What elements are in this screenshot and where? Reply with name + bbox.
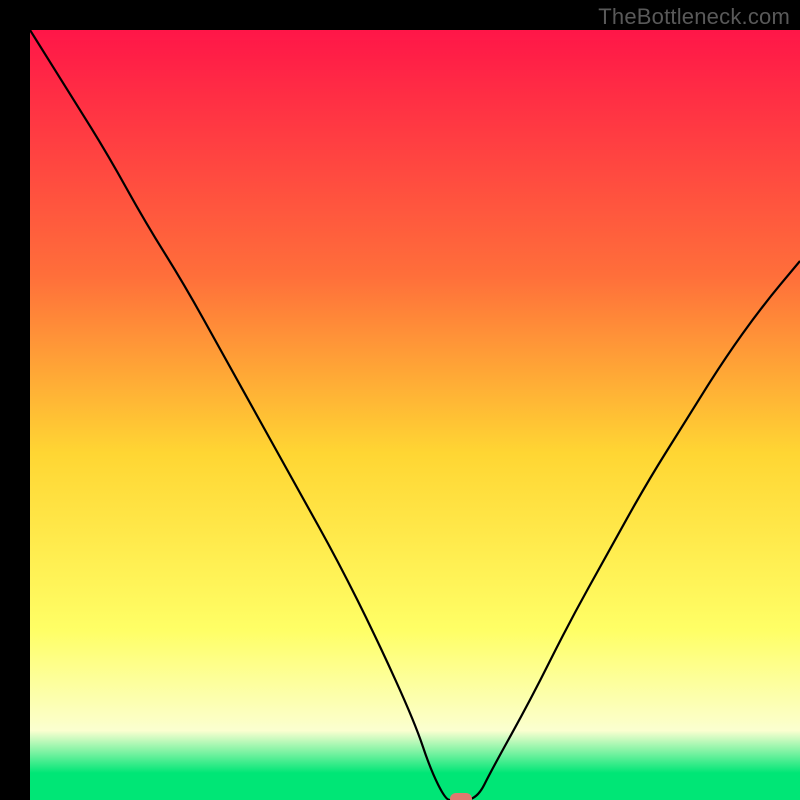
chart-svg xyxy=(30,30,800,800)
gradient-background xyxy=(30,30,800,800)
chart-frame: TheBottleneck.com xyxy=(0,0,800,800)
plot-area xyxy=(30,30,800,800)
optimal-marker xyxy=(450,793,472,800)
watermark-text: TheBottleneck.com xyxy=(598,4,790,30)
